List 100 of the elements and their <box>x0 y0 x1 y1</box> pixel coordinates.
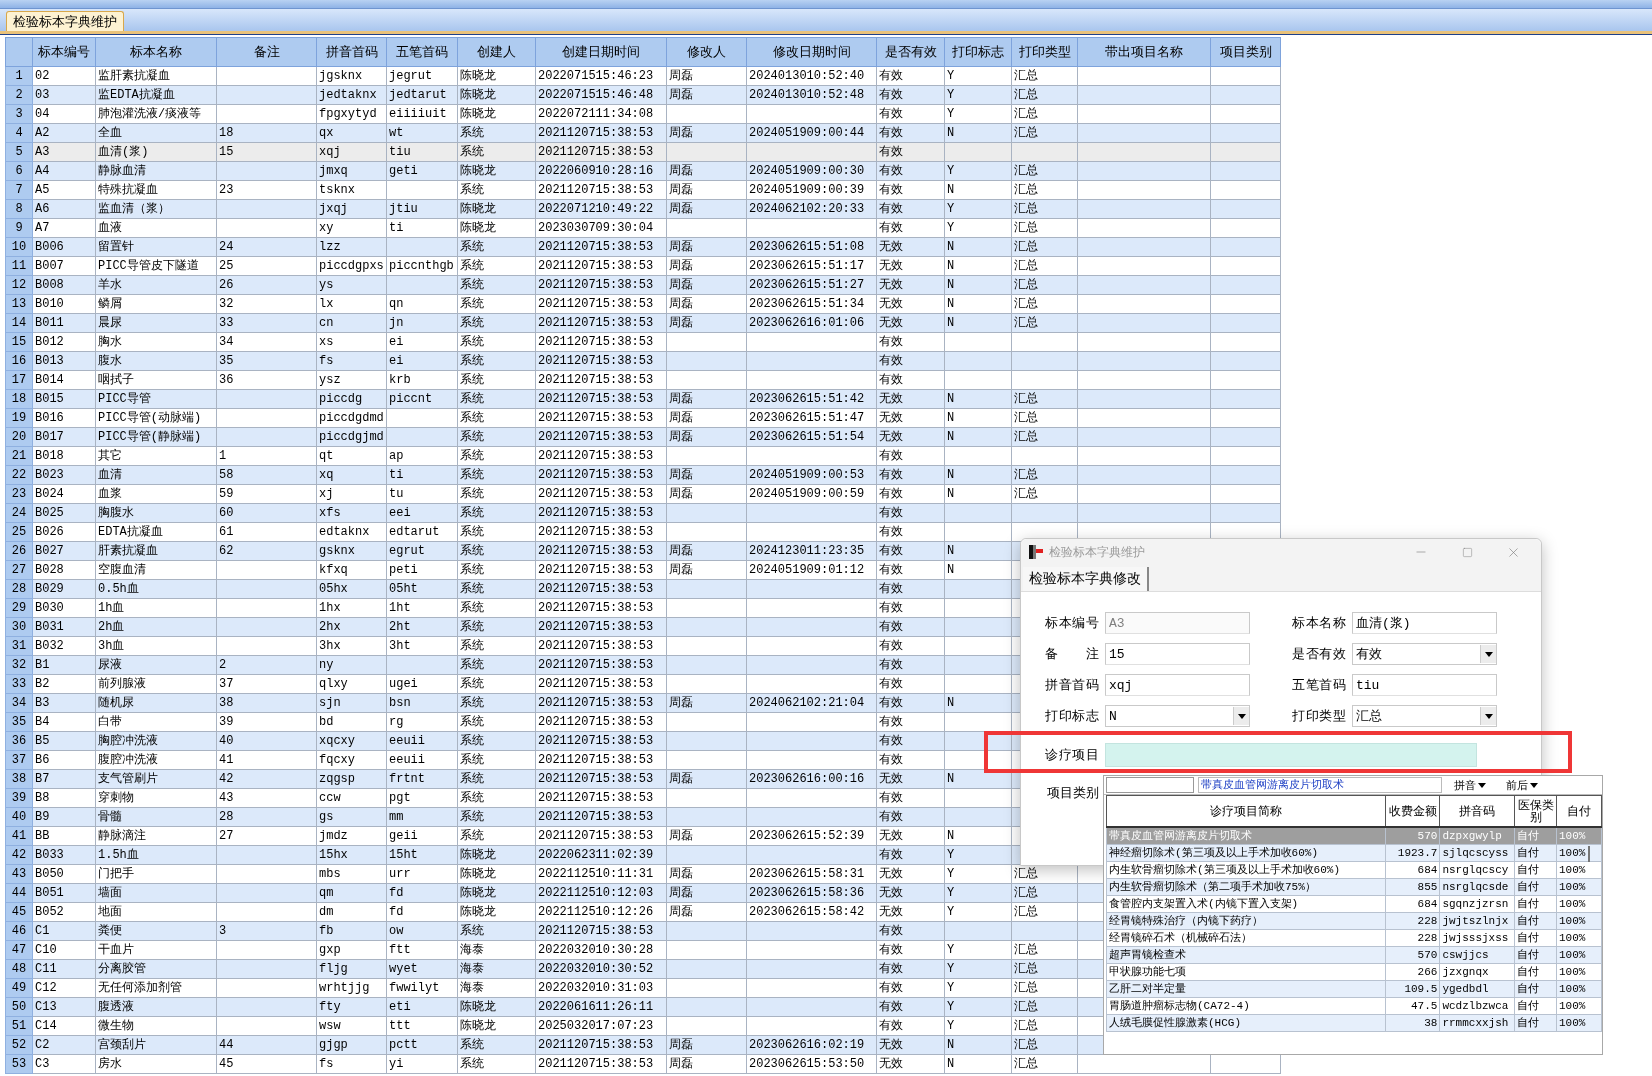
table-cell: B051 <box>32 883 96 903</box>
table-cell: 胸腔冲洗液 <box>95 731 217 751</box>
table-cell: lzz <box>316 237 387 257</box>
table-cell: 有效 <box>876 85 945 105</box>
table-cell: 系统 <box>457 294 536 314</box>
table-cell: urr <box>386 864 458 884</box>
table-cell: jmdz <box>316 826 387 846</box>
option-dropdown[interactable]: 拼音 <box>1446 777 1494 793</box>
column-header: 修改人 <box>666 37 747 67</box>
table-cell: B032 <box>32 636 96 656</box>
table-cell: 2024051909:00:53 <box>746 465 877 485</box>
table-cell: yi <box>386 1054 458 1074</box>
table-cell: 2022060910:28:16 <box>535 161 667 181</box>
table-cell: jtiu <box>386 199 458 219</box>
table-cell: 系统 <box>457 427 536 447</box>
table-cell: 无任何添加剂管 <box>95 978 217 998</box>
table-cell: 有效 <box>876 598 945 618</box>
input-field[interactable]: 血清(浆) <box>1352 612 1497 634</box>
table-cell: 2023062615:53:50 <box>746 1054 877 1074</box>
table-cell: A2 <box>32 123 96 143</box>
table-cell: 有效 <box>876 997 945 1017</box>
table-cell: 有效 <box>876 465 945 485</box>
table-cell: eeuii <box>386 750 458 770</box>
table-cell: B052 <box>32 902 96 922</box>
table-cell: Y <box>944 218 1012 238</box>
table-cell: 2022112510:11:31 <box>535 864 667 884</box>
table-cell: 2021120715:38:53 <box>535 1035 667 1055</box>
table-cell: ti <box>386 465 458 485</box>
dropdown-button[interactable] <box>1233 707 1249 725</box>
table-cell: geii <box>386 826 458 846</box>
table-cell: fb <box>316 921 387 941</box>
table-cell: 系统 <box>457 579 536 599</box>
table-cell: rrmmcxxjsh <box>1439 1014 1515 1031</box>
table-cell: A7 <box>32 218 96 238</box>
table-cell: N <box>944 408 1012 428</box>
table-cell: 监EDTA抗凝血 <box>95 85 217 105</box>
table-cell: 系统 <box>457 313 536 333</box>
table-cell: 855 <box>1385 878 1440 895</box>
table-cell: 15 <box>216 142 317 162</box>
table-cell: 44 <box>216 1035 317 1055</box>
table-cell: N <box>944 1054 1012 1074</box>
option-dropdown[interactable]: 前后 <box>1498 777 1546 793</box>
select-field[interactable]: 有效 <box>1352 643 1497 665</box>
table-cell: edtarut <box>386 522 458 542</box>
table-cell: 甲状腺功能七项 <box>1106 963 1386 980</box>
table-cell: 分离胶管 <box>95 959 217 979</box>
caret-icon <box>1530 782 1538 788</box>
table-cell: 2024051909:01:12 <box>746 560 877 580</box>
input-field[interactable] <box>1105 743 1477 767</box>
table-cell: 系统 <box>457 731 536 751</box>
table-cell: 23 <box>216 180 317 200</box>
table-cell: 自付 <box>1514 963 1557 980</box>
input-field[interactable]: tiu <box>1352 674 1497 696</box>
table-cell: 自付 <box>1514 844 1557 861</box>
table-cell: 有效 <box>876 522 945 542</box>
table-cell: 2023062615:51:17 <box>746 256 877 276</box>
column-header: 标本编号 <box>32 37 96 67</box>
table-cell: 2hx <box>316 617 387 637</box>
table-cell: bsn <box>386 693 458 713</box>
table-cell: 汇总 <box>1011 408 1078 428</box>
search-field[interactable] <box>1106 777 1194 793</box>
select-field[interactable]: 汇总 <box>1352 705 1497 727</box>
scrollbar-thumb[interactable] <box>1588 846 1590 862</box>
table-cell: 自付 <box>1514 1014 1557 1031</box>
table-cell: 汇总 <box>1011 978 1078 998</box>
dropdown-button[interactable] <box>1480 707 1496 725</box>
table-cell: 2021120715:38:53 <box>535 123 667 143</box>
dropdown-button[interactable] <box>1480 645 1496 663</box>
table-cell: 静脉血清 <box>95 161 217 181</box>
table-cell: N <box>944 541 1012 561</box>
table-cell: N <box>944 275 1012 295</box>
table-cell: 100% <box>1556 946 1602 963</box>
table-cell: nsrglqcsde <box>1439 878 1515 895</box>
table-cell: ow <box>386 921 458 941</box>
table-cell: dm <box>316 902 387 922</box>
table-cell: B8 <box>32 788 96 808</box>
form-tab[interactable]: 检验标本字典修改 <box>1023 567 1149 591</box>
table-cell: B024 <box>32 484 96 504</box>
input-field[interactable]: xqj <box>1105 674 1250 696</box>
table-cell: 海泰 <box>457 978 536 998</box>
table-cell: 100% <box>1556 980 1602 997</box>
table-cell: 1.5h血 <box>95 845 217 865</box>
table-cell: Y <box>944 161 1012 181</box>
window-tab[interactable]: 检验标本字典维护 <box>6 11 124 31</box>
table-cell: 100% <box>1556 895 1602 912</box>
table-cell: 05hx <box>316 579 387 599</box>
select-field[interactable]: N <box>1105 705 1250 727</box>
table-cell: 汇总 <box>1011 389 1078 409</box>
table-cell: 2022072111:34:08 <box>535 104 667 124</box>
table-cell: 无效 <box>876 769 945 789</box>
table-cell: rg <box>386 712 458 732</box>
table-cell: tiu <box>386 142 458 162</box>
table-cell: 羊水 <box>95 275 217 295</box>
input-field[interactable]: 15 <box>1105 643 1250 665</box>
table-cell: 系统 <box>457 636 536 656</box>
table-cell: 系统 <box>457 769 536 789</box>
table-cell: qn <box>386 294 458 314</box>
table-cell: 3h血 <box>95 636 217 656</box>
table-cell: ap <box>386 446 458 466</box>
column-header: 项目类别 <box>1210 37 1281 67</box>
